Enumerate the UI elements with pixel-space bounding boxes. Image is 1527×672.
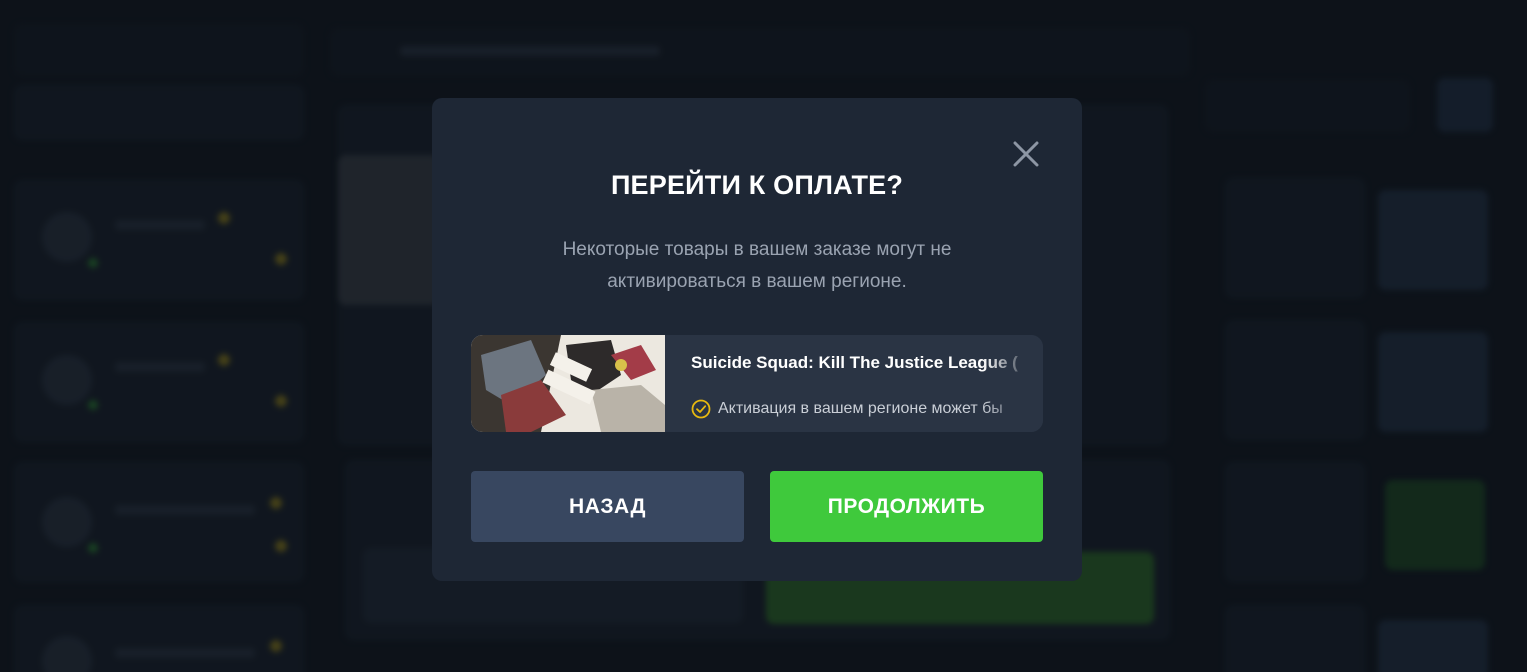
continue-button[interactable]: ПРОДОЛЖИТЬ	[770, 471, 1043, 542]
close-icon	[1013, 141, 1039, 167]
game-title[interactable]: Suicide Squad: Kill The Justice League (	[691, 353, 1021, 373]
check-circle-icon	[691, 399, 711, 419]
checkout-confirm-dialog: ПЕРЕЙТИ К ОПЛАТЕ? Некоторые товары в ваш…	[432, 98, 1082, 581]
close-button[interactable]	[1010, 138, 1042, 170]
page: ПЕРЕЙТИ К ОПЛАТЕ? Некоторые товары в ваш…	[0, 0, 1527, 672]
region-warning-text: Активация в вашем регионе может бы	[718, 400, 1003, 417]
back-button[interactable]: НАЗАД	[471, 471, 744, 542]
region-warning: Активация в вашем регионе может бы	[691, 397, 1021, 421]
dialog-message: Некоторые товары в вашем заказе могут не…	[562, 239, 952, 292]
dialog-title: ПЕРЕЙТИ К ОПЛАТЕ?	[610, 170, 904, 200]
game-cover-image	[471, 335, 665, 432]
text-fade	[983, 335, 1043, 432]
order-item-card: Suicide Squad: Kill The Justice League (…	[471, 335, 1043, 432]
